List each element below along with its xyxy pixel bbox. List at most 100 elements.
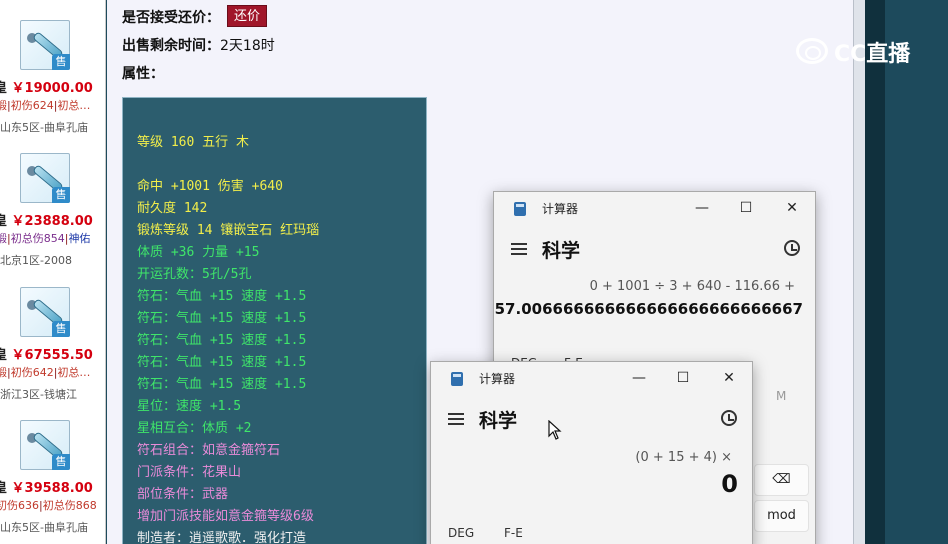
cc-live-watermark: CC直播 xyxy=(796,36,926,67)
weapon-thumbnail[interactable]: 售 xyxy=(20,153,70,203)
item-server: 山东5区-曲阜孔庙 xyxy=(0,121,88,134)
backspace-icon[interactable]: ⌫ xyxy=(754,464,809,496)
listing-column: 售 皇 ￥19000.00 锻|初伤624|初总… 山东5区-曲阜孔庙 售 皇 … xyxy=(0,0,106,544)
calculator-mode: 科学 xyxy=(542,240,581,262)
attr-line: 符石：气血 +15 速度 +1.5 xyxy=(137,311,307,326)
title-bar[interactable]: 计算器 — ☐ ✕ xyxy=(431,362,752,394)
item-tags: 锻|初伤642|初总… xyxy=(0,364,105,380)
item-tags: 初伤636|初总伤868 xyxy=(0,497,105,513)
minimize-button[interactable]: — xyxy=(627,368,651,388)
tag: 初伤636 xyxy=(0,499,39,512)
price-line: 皇 ￥19000.00 xyxy=(0,77,105,96)
memory-button[interactable]: M xyxy=(776,389,786,403)
attr-line: 开运孔数：5孔/5孔 xyxy=(137,267,252,282)
item-name: 皇 xyxy=(0,481,7,496)
minimize-button[interactable]: — xyxy=(690,198,714,218)
item-price: ￥19000.00 xyxy=(11,81,93,96)
fe-button[interactable]: F-E xyxy=(504,526,523,540)
attr-line: 门派条件：花果山 xyxy=(137,465,242,480)
attr-line: 耐久度 142 xyxy=(137,201,208,216)
attr-line: 符石组合：如意金箍符石 xyxy=(137,443,281,458)
history-icon[interactable] xyxy=(721,410,737,426)
cc-logo-icon xyxy=(796,38,828,64)
bargain-label: 是否接受还价： xyxy=(122,10,220,26)
watermark-text: CC直播 xyxy=(834,42,911,67)
deg-button[interactable]: DEG xyxy=(448,526,474,540)
panel-scroll-border[interactable] xyxy=(853,0,865,544)
tag: 初总伤854 xyxy=(10,232,65,245)
attr-line: 部位条件：武器 xyxy=(137,487,229,502)
item-price: ￥39588.00 xyxy=(11,481,93,496)
tag: 初伤624 xyxy=(10,99,54,112)
time-left-label: 出售剩余时间： xyxy=(122,38,220,54)
tag: 锻 xyxy=(0,366,7,379)
tag: 锻 xyxy=(0,99,7,112)
item-tags: 锻|初总伤854|神佑 xyxy=(0,230,105,246)
expression-display: (0 + 15 + 4) × xyxy=(635,450,732,465)
attr-line: 符石：气血 +15 速度 +1.5 xyxy=(137,289,307,304)
sale-badge: 售 xyxy=(52,321,70,337)
calculator-window[interactable]: 计算器 — ☐ ✕ 科学 (0 + 15 + 4) × 0 DEG F-E xyxy=(430,361,753,544)
attributes-field: 属性： xyxy=(122,63,164,83)
item-server: 山东5区-曲阜孔庙 xyxy=(0,521,88,534)
attr-line: 符石：气血 +15 速度 +1.5 xyxy=(137,377,307,392)
attr-line: 星相互合：体质 +2 xyxy=(137,421,252,436)
tag: 初伤642 xyxy=(10,366,54,379)
window-title: 计算器 xyxy=(542,202,579,216)
time-left-value: 2天18时 xyxy=(220,38,275,54)
tag: 锻 xyxy=(0,232,7,245)
maximize-button[interactable]: ☐ xyxy=(734,198,758,218)
attr-line: 命中 +1001 伤害 +640 xyxy=(137,179,283,194)
close-button[interactable]: ✕ xyxy=(717,368,741,388)
stream-border xyxy=(865,0,885,544)
attr-line: 星位：速度 +1.5 xyxy=(137,399,242,414)
maximize-button[interactable]: ☐ xyxy=(671,368,695,388)
attributes-box: 等级 160 五行 木 命中 +1001 伤害 +640 耐久度 142 锻炼等… xyxy=(122,97,427,544)
history-icon[interactable] xyxy=(784,240,800,256)
item-name: 皇 xyxy=(0,81,7,96)
attributes-label: 属性： xyxy=(122,66,164,82)
weapon-thumbnail[interactable]: 售 xyxy=(20,420,70,470)
tag: 初总伤868 xyxy=(42,499,97,512)
tag: 初总… xyxy=(57,366,91,379)
weapon-thumbnail[interactable]: 售 xyxy=(20,287,70,337)
menu-icon[interactable] xyxy=(511,243,527,255)
item-server: 北京1区-2008 xyxy=(0,254,72,267)
attr-line: 制造者：逍遥歌歌．强化打造 xyxy=(137,531,307,544)
price-line: 皇 ￥67555.50 xyxy=(0,344,105,363)
attr-line: 增加门派技能如意金箍等级6级 xyxy=(137,509,314,524)
calculator-app-icon xyxy=(451,372,463,386)
result-display: 0 xyxy=(721,470,738,498)
window-title: 计算器 xyxy=(479,372,516,386)
sale-badge: 售 xyxy=(52,187,70,203)
sale-badge: 售 xyxy=(52,454,70,470)
price-line: 皇 ￥39588.00 xyxy=(0,477,105,496)
close-button[interactable]: ✕ xyxy=(780,198,804,218)
bargain-button[interactable]: 还价 xyxy=(227,5,268,27)
listing-item[interactable]: 售 皇 ￥67555.50 锻|初伤642|初总… 浙江3区-钱塘江 xyxy=(0,287,105,421)
title-bar[interactable]: 计算器 — ☐ ✕ xyxy=(494,192,815,224)
price-line: 皇 ￥23888.00 xyxy=(0,210,105,229)
listing-item[interactable]: 售 皇 ￥19000.00 锻|初伤624|初总… 山东5区-曲阜孔庙 xyxy=(0,20,105,154)
listing-item[interactable]: 售 皇 ￥23888.00 锻|初总伤854|神佑 北京1区-2008 xyxy=(0,153,105,287)
item-price: ￥67555.50 xyxy=(11,348,93,363)
attr-line: 锻炼等级 14 镶嵌宝石 红玛瑙 xyxy=(137,223,320,238)
calculator-app-icon xyxy=(514,202,526,216)
attr-line: 符石：气血 +15 速度 +1.5 xyxy=(137,333,307,348)
result-display: 857.006666666666666666666666667 xyxy=(493,300,803,318)
bargain-field: 是否接受还价： xyxy=(122,7,220,27)
item-price: ￥23888.00 xyxy=(11,214,93,229)
sale-badge: 售 xyxy=(52,54,70,70)
menu-icon[interactable] xyxy=(448,413,464,425)
attr-line: 等级 160 五行 木 xyxy=(137,135,249,150)
listing-item[interactable]: 售 皇 ￥39588.00 初伤636|初总伤868 山东5区-曲阜孔庙 xyxy=(0,420,105,544)
item-name: 皇 xyxy=(0,214,7,229)
weapon-thumbnail[interactable]: 售 xyxy=(20,20,70,70)
tag: 神佑 xyxy=(68,232,91,245)
item-name: 皇 xyxy=(0,348,7,363)
expression-display: 0 + 1001 ÷ 3 + 640 - 116.66 + xyxy=(589,279,795,294)
attr-line: 符石：气血 +15 速度 +1.5 xyxy=(137,355,307,370)
calculator-mode: 科学 xyxy=(479,410,518,432)
item-tags: 锻|初伤624|初总… xyxy=(0,97,105,113)
mod-button[interactable]: mod xyxy=(754,500,809,532)
